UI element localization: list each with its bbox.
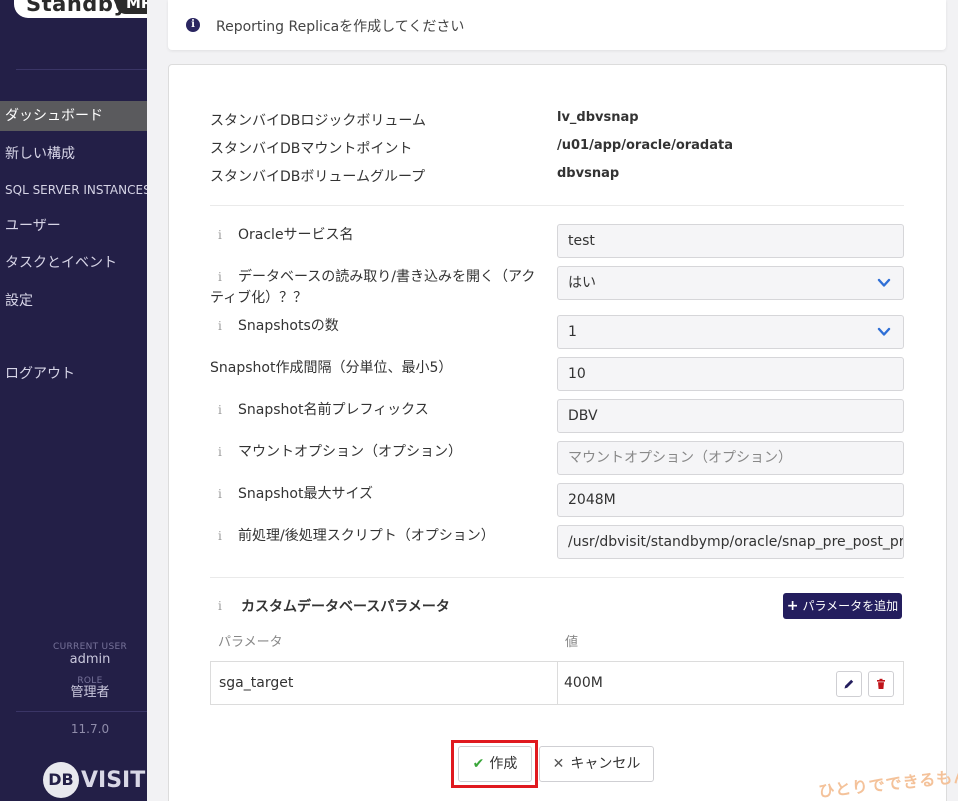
nav-sql-server-instances[interactable]: SQL SERVER INSTANCES (0, 175, 147, 205)
dbvisit-logo-text: VISIT (81, 767, 146, 793)
info-value-mount-point: /u01/app/oracle/oradata (557, 138, 733, 153)
info-banner: i Reporting Replicaを作成してください (168, 0, 946, 50)
app-logo-badge: MP (116, 0, 147, 14)
info-icon: i (218, 403, 222, 417)
info-icon: i (218, 319, 222, 333)
info-icon: i (218, 529, 222, 543)
sidebar-divider (16, 711, 147, 712)
nav-users[interactable]: ユーザー (0, 211, 147, 241)
param-name-cell: sga_target (219, 675, 294, 691)
custom-params-title: カスタムデータベースパラメータ (241, 599, 450, 615)
snapshot-max-size-label: Snapshot最大サイズ (238, 486, 374, 502)
role-value: 管理者 (70, 685, 110, 700)
info-icon: i (218, 270, 222, 284)
info-icon: i (186, 18, 200, 32)
table-row: sga_target 400M (210, 661, 904, 705)
dbvisit-logo-circle: DB (43, 762, 79, 798)
sidebar-divider (16, 69, 147, 70)
section-divider (210, 577, 904, 578)
column-header-parameter: パラメータ (218, 635, 283, 650)
mount-options-input[interactable] (557, 441, 904, 475)
script-label: 前処理/後処理スクリプト（オプション） (238, 528, 495, 544)
edit-button[interactable] (836, 671, 862, 697)
nav-settings[interactable]: 設定 (0, 286, 147, 316)
check-icon: ✔ (472, 756, 485, 772)
app-logo-text: Standby (26, 0, 128, 16)
snapshot-count-value: 1 (568, 324, 577, 340)
info-value-volume-group: dbvsnap (557, 166, 620, 181)
close-icon: ✕ (552, 756, 565, 772)
info-label-mount-point: スタンバイDBマウントポイント (210, 141, 413, 157)
pencil-icon (844, 679, 854, 689)
info-icon: i (218, 445, 222, 459)
info-label-logical-volume: スタンバイDBロジックボリューム (210, 113, 426, 129)
snapshot-interval-input[interactable]: 10 (557, 357, 904, 391)
info-icon: i (218, 487, 222, 501)
info-value-logical-volume: lv_dbvsnap (557, 110, 639, 125)
snapshot-count-select[interactable]: 1 (557, 315, 904, 349)
open-rw-value: はい (568, 275, 596, 291)
snapshot-prefix-label: Snapshot名前プレフィックス (238, 402, 429, 418)
section-divider (210, 205, 904, 206)
column-header-value: 値 (565, 635, 579, 650)
script-input[interactable]: /usr/dbvisit/standbymp/oracle/snap_pre_p… (557, 525, 904, 559)
cancel-button[interactable]: ✕ キャンセル (539, 746, 654, 782)
param-value-cell: 400M (564, 675, 603, 691)
chevron-down-icon (877, 327, 891, 336)
version-label: 11.7.0 (70, 722, 110, 736)
chevron-down-icon (877, 278, 891, 287)
add-parameter-button[interactable]: + パラメータを追加 (783, 593, 902, 619)
dbvisit-logo: DB VISIT (43, 762, 145, 798)
add-parameter-label: パラメータを追加 (802, 599, 899, 613)
service-name-input[interactable]: test (557, 224, 904, 258)
open-rw-label: データベースの読み取り/書き込みを開く（アク (238, 269, 536, 285)
delete-button[interactable] (868, 671, 894, 697)
nav-dashboard[interactable]: ダッシュボード (0, 101, 147, 131)
nav-logout[interactable]: ログアウト (0, 359, 147, 389)
trash-icon (877, 678, 885, 689)
info-icon: i (218, 599, 222, 613)
snapshot-interval-label: Snapshot作成間隔（分単位、最小5） (210, 360, 453, 376)
open-rw-select[interactable]: はい (557, 266, 904, 300)
open-rw-label-cont: ティブ化）？？ (210, 290, 308, 306)
snapshot-max-size-input[interactable]: 2048M (557, 483, 904, 517)
snapshot-prefix-input[interactable]: DBV (557, 399, 904, 433)
banner-text: Reporting Replicaを作成してください (216, 19, 465, 35)
mount-options-label: マウントオプション（オプション） (238, 444, 462, 460)
nav-tasks-events[interactable]: タスクとイベント (0, 248, 147, 278)
cell-divider (557, 662, 558, 704)
plus-icon: + (786, 598, 799, 614)
create-button[interactable]: ✔ 作成 (458, 746, 532, 782)
info-label-volume-group: スタンバイDBボリュームグループ (210, 169, 426, 185)
cancel-label: キャンセル (570, 756, 641, 772)
info-icon: i (218, 228, 222, 242)
nav-new-config[interactable]: 新しい構成 (0, 139, 147, 169)
sidebar: Standby MP ダッシュボード 新しい構成 SQL SERVER INST… (0, 0, 147, 801)
service-name-label: Oracleサービス名 (238, 227, 354, 243)
create-label: 作成 (489, 756, 518, 772)
current-user: admin (69, 652, 111, 667)
snapshot-count-label: Snapshotsの数 (238, 318, 339, 334)
